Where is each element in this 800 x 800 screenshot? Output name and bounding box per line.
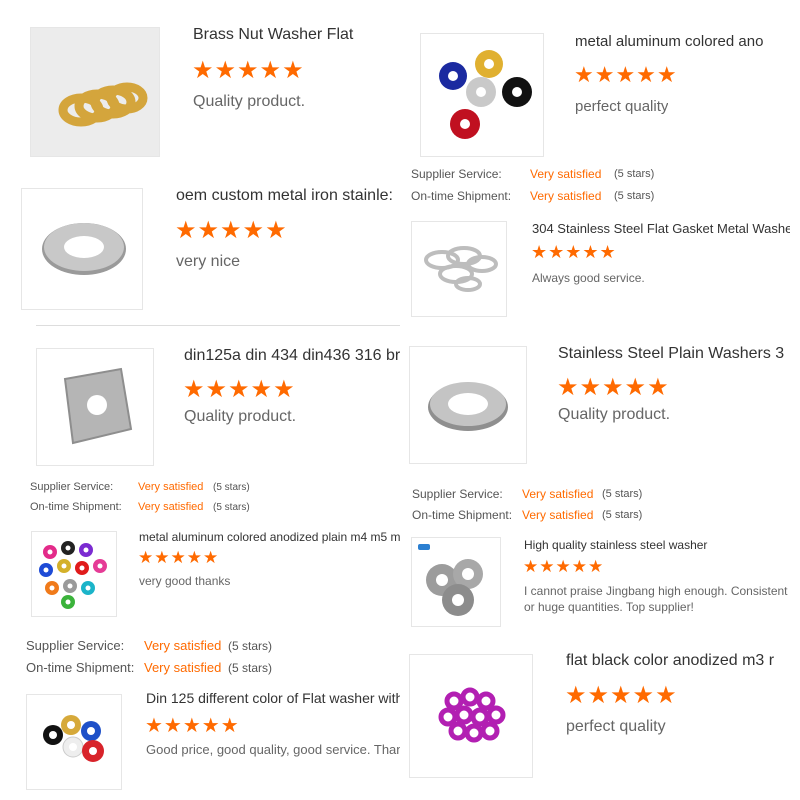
product-title[interactable]: Brass Nut Washer Flat: [193, 26, 393, 44]
rating-stars: ★★★★★: [183, 376, 296, 403]
shipment-value: Very satisfied: [522, 508, 594, 522]
supplier-service-label: Supplier Service:: [26, 638, 125, 653]
rating-stars: ★★★★★: [175, 217, 288, 244]
product-thumbnail[interactable]: [26, 694, 122, 790]
product-title[interactable]: din125a din 434 din436 316 bra: [184, 347, 400, 365]
supplier-service-value: Very satisfied: [144, 638, 222, 653]
divider: [36, 325, 400, 326]
review-comment: Always good service.: [532, 271, 645, 285]
product-thumbnail[interactable]: [411, 537, 501, 627]
review-comment: very nice: [176, 253, 241, 270]
steel-washer-icon: [428, 382, 508, 431]
rating-stars: ★★★★★: [574, 62, 678, 87]
supplier-service-count: (5 stars): [602, 488, 643, 500]
supplier-service-row: Supplier Service: Very satisfied (5 star…: [26, 638, 272, 653]
supplier-service-row: Supplier Service: Very satisfied (5 star…: [412, 487, 642, 501]
rating-stars: ★★★★★: [192, 57, 305, 84]
rating-stars: ★★★★★: [523, 557, 605, 576]
shipment-label: On-time Shipment:: [30, 501, 122, 513]
product-thumbnail[interactable]: [31, 531, 117, 617]
shipment-count: (5 stars): [614, 190, 655, 202]
supplier-service-value: Very satisfied: [530, 167, 602, 181]
colored-cup-washers-icon: [439, 50, 532, 139]
shipment-count: (5 stars): [602, 509, 643, 521]
product-thumbnail[interactable]: [36, 348, 154, 466]
review-comment: perfect quality: [566, 718, 666, 735]
product-title[interactable]: oem custom metal iron stainle:: [176, 187, 400, 205]
supplier-service-label: Supplier Service:: [412, 487, 503, 501]
supplier-service-label: Supplier Service:: [30, 481, 114, 493]
product-thumbnail[interactable]: [409, 654, 533, 778]
shipment-value: Very satisfied: [144, 660, 222, 675]
review-comment-line-2: or huge quantities. Top supplier!: [524, 600, 694, 614]
supplier-service-count: (5 stars): [213, 482, 250, 493]
shipment-value: Very satisfied: [138, 501, 204, 513]
shipment-value: Very satisfied: [530, 189, 602, 203]
shipment-count: (5 stars): [228, 661, 273, 675]
product-title[interactable]: metal aluminum colored anodized plain m4…: [139, 530, 401, 544]
review-comment: Quality product.: [193, 93, 306, 110]
rating-stars: ★★★★★: [145, 715, 240, 737]
product-thumbnail[interactable]: [409, 346, 527, 464]
review-comment: Good price, good quality, good service. …: [146, 742, 400, 757]
purple-washers-icon: [438, 687, 506, 743]
rating-stars: ★★★★★: [557, 374, 670, 401]
product-thumbnail[interactable]: [21, 188, 143, 310]
shipment-row: On-time Shipment: Very satisfied (5 star…: [412, 508, 642, 522]
supplier-service-row: Supplier Service: Very satisfied (5 star…: [30, 481, 250, 493]
supplier-service-label: Supplier Service:: [411, 167, 502, 181]
color-flat-washers-icon: [43, 715, 104, 762]
shipment-row: On-time Shipment: Very satisfied (5 star…: [26, 660, 272, 675]
brass-washers-icon: [31, 28, 159, 156]
review-comment: I cannot praise Jingbang high enough. Co…: [524, 584, 788, 598]
product-title[interactable]: metal aluminum colored ano: [575, 33, 787, 50]
review-comment: perfect quality: [575, 98, 669, 115]
shipment-label: On-time Shipment:: [26, 660, 135, 675]
supplier-service-value: Very satisfied: [138, 481, 204, 493]
colored-washers-grid-icon: [39, 541, 107, 609]
product-title[interactable]: Stainless Steel Plain Washers 3: [558, 345, 790, 363]
rating-stars: ★★★★★: [565, 682, 678, 709]
review-comment: Quality product.: [558, 406, 671, 423]
shipment-label: On-time Shipment:: [412, 508, 513, 522]
product-title[interactable]: flat black color anodized m3 r: [566, 652, 790, 670]
steel-washers-trio-icon: [418, 544, 483, 616]
product-title[interactable]: Din 125 different color of Flat washer w…: [146, 690, 400, 706]
supplier-service-row: Supplier Service: Very satisfied (5 star…: [411, 167, 654, 181]
product-title[interactable]: 304 Stainless Steel Flat Gasket Metal Wa…: [532, 221, 790, 236]
product-thumbnail[interactable]: [420, 33, 544, 157]
product-thumbnail[interactable]: [411, 221, 507, 317]
supplier-service-count: (5 stars): [228, 639, 273, 653]
steel-washer-icon: [42, 223, 126, 275]
product-title[interactable]: High quality stainless steel washer: [524, 538, 790, 552]
shipment-row: On-time Shipment: Very satisfied (5 star…: [30, 501, 250, 513]
square-washer-icon: [63, 367, 133, 445]
washer-pile-icon: [424, 246, 498, 292]
supplier-service-count: (5 stars): [614, 168, 655, 180]
review-comment: very good thanks: [139, 574, 231, 588]
supplier-service-value: Very satisfied: [522, 487, 594, 501]
review-comment: Quality product.: [184, 408, 297, 425]
product-thumbnail[interactable]: [30, 27, 160, 157]
shipment-label: On-time Shipment:: [411, 189, 512, 203]
shipment-count: (5 stars): [213, 502, 250, 513]
shipment-row: On-time Shipment: Very satisfied (5 star…: [411, 189, 654, 203]
rating-stars: ★★★★★: [531, 242, 617, 262]
rating-stars: ★★★★★: [138, 548, 220, 567]
